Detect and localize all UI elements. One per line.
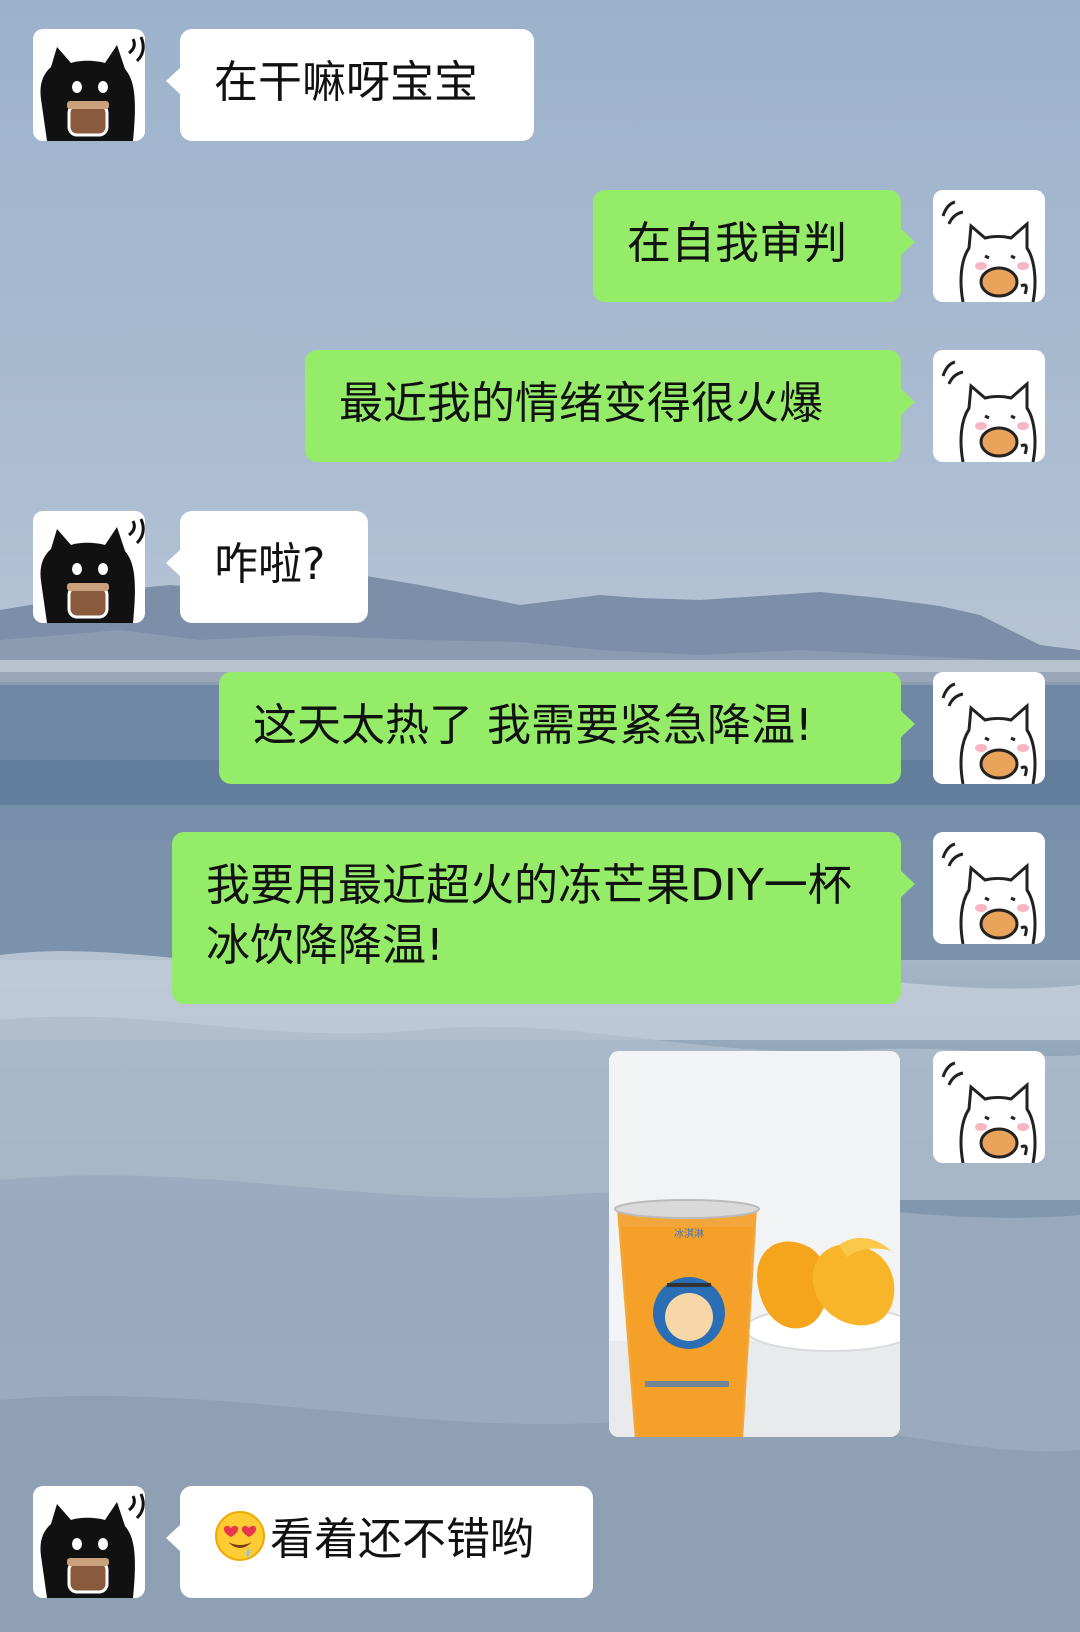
my-avatar[interactable] [933, 350, 1045, 462]
svg-text:冰淇淋: 冰淇淋 [674, 1227, 704, 1240]
black-cat-holding-cup-avatar [40, 36, 145, 141]
message-text: 最近我的情绪变得很火爆 [339, 378, 823, 429]
white-cat-holding-cookie-avatar [941, 200, 1037, 302]
white-cat-holding-cookie-avatar [941, 842, 1037, 944]
message-bubble[interactable]: 这天太热了 我需要紧急降温! [219, 672, 915, 784]
my-avatar[interactable] [933, 1051, 1045, 1163]
message-bubble[interactable]: 我要用最近超火的冻芒果DIY一杯冰饮降降温! [172, 832, 915, 1004]
my-avatar[interactable] [933, 672, 1045, 784]
my-avatar[interactable] [933, 832, 1045, 944]
black-cat-holding-cup-avatar [40, 518, 145, 623]
white-cat-holding-cookie-avatar [941, 1061, 1037, 1163]
heart-eyes-drool-emoji [215, 1511, 265, 1561]
mango-drink-image: 冰淇淋 [609, 1051, 900, 1437]
black-cat-holding-cup-avatar [40, 1493, 145, 1598]
chat-background [0, 0, 1080, 1632]
message-text: 这天太热了 我需要紧急降温! [253, 700, 813, 751]
message-text: 在干嘛呀宝宝 [214, 57, 478, 108]
my-avatar[interactable] [933, 190, 1045, 302]
message-text: 看着还不错哟 [270, 1514, 534, 1565]
message-text: 咋啦? [214, 539, 326, 590]
contact-avatar[interactable] [33, 511, 145, 623]
white-cat-holding-cookie-avatar [941, 360, 1037, 462]
white-cat-holding-cookie-avatar [941, 682, 1037, 784]
contact-avatar[interactable] [33, 1486, 145, 1598]
message-text: 在自我审判 [627, 218, 847, 269]
message-bubble[interactable]: 最近我的情绪变得很火爆 [305, 350, 915, 462]
message-bubble[interactable]: 看着还不错哟 [166, 1486, 593, 1598]
message-text: 我要用最近超火的冻芒果DIY一杯冰饮降降温! [206, 860, 852, 971]
contact-avatar[interactable] [33, 29, 145, 141]
mango-drink-photo[interactable]: 冰淇淋 [609, 1051, 900, 1437]
message-bubble[interactable]: 咋啦? [166, 511, 368, 623]
message-bubble[interactable]: 在干嘛呀宝宝 [166, 29, 534, 141]
message-bubble[interactable]: 在自我审判 [593, 190, 915, 302]
